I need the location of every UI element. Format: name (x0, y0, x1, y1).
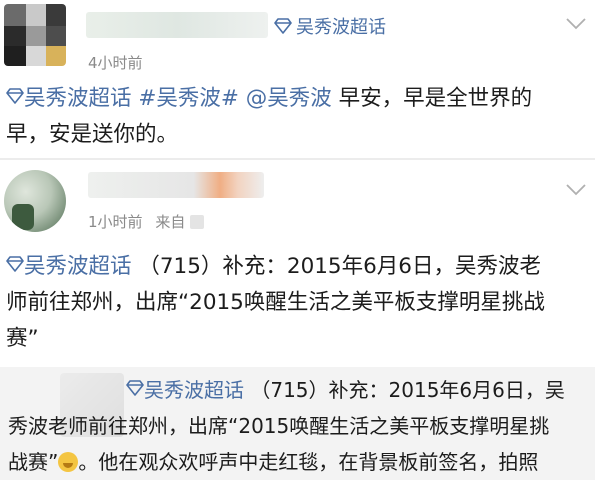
post-text-content: 早安，早是全世界的 (338, 86, 533, 111)
post-text-content: （715）补充：2015年6月6日，吴 (250, 378, 565, 402)
diamond-icon (6, 248, 24, 284)
post-source-prefix: 来自 (155, 213, 186, 231)
username-blurred[interactable] (88, 172, 264, 198)
post-text-line: 师前往郑州，出席“2015唤醒生活之美平板支撑明星挑战 (6, 290, 545, 315)
supertag-inline-link[interactable]: 吴秀波超话 (6, 86, 138, 111)
diamond-icon (6, 80, 24, 116)
post-text-line: 吴秀波超话 #吴秀波# @吴秀波 早安，早是全世界的 (6, 80, 532, 117)
username-blurred[interactable] (86, 12, 268, 38)
chevron-down-icon[interactable] (565, 16, 587, 35)
mention-link[interactable]: @吴秀波 (246, 86, 332, 111)
diamond-icon (126, 371, 144, 407)
quoted-post[interactable]: 吴秀波超话 （715）补充：2015年6月6日，吴 秀波老师前往郑州，出席“20… (0, 367, 595, 480)
post-text-line: 战赛” 。他在观众欢呼声中走红毯，在背景板前签名，拍照 (8, 444, 565, 480)
post-card-1: 吴秀波超话 4小时前 吴秀波超话 #吴秀波# @吴秀波 早安，早是全世界的 早，… (0, 0, 595, 158)
supertag-link[interactable]: 吴秀波超话 (274, 13, 386, 39)
hashtag-link[interactable]: #吴秀波# (138, 86, 239, 111)
post-card-2: 1小时前 来自 吴秀波超话 （715）补充：2015年6月6日，吴秀波老 师前往… (0, 160, 595, 365)
post-text-content: （715）补充：2015年6月6日，吴秀波老 (138, 254, 541, 279)
grinning-sweat-emoji (58, 452, 79, 472)
post-text-line: 赛” (6, 326, 39, 351)
post-source-blurred[interactable] (190, 215, 205, 229)
supertag-inline-label: 吴秀波超话 (144, 378, 244, 402)
post-text-content: 。他在观众欢呼声中走红毯，在背景板前签名，拍照 (78, 450, 539, 474)
post-text-line: 秀波老师前往郑州，出席“2015唤醒生活之美平板支撑明星挑 (8, 414, 550, 438)
supertag-inline-link[interactable]: 吴秀波超话 (126, 378, 250, 402)
post-text-line: 吴秀波超话 （715）补充：2015年6月6日，吴 (8, 371, 565, 408)
post-meta: 1小时前 来自 (88, 211, 205, 232)
post-text-line: 早，安是送你的。 (6, 122, 179, 147)
supertag-label: 吴秀波超话 (296, 17, 386, 38)
diamond-icon (274, 18, 292, 34)
post-text-content: 战赛” (8, 450, 59, 474)
post-time: 4小时前 (88, 54, 143, 72)
post-text: 吴秀波超话 #吴秀波# @吴秀波 早安，早是全世界的 早，安是送你的。 (6, 80, 532, 153)
supertag-inline-label: 吴秀波超话 (24, 86, 132, 111)
supertag-inline-link[interactable]: 吴秀波超话 (6, 254, 138, 279)
post-text-line: 吴秀波超话 （715）补充：2015年6月6日，吴秀波老 (6, 248, 545, 285)
avatar[interactable] (4, 4, 66, 66)
supertag-inline-label: 吴秀波超话 (24, 254, 132, 279)
post-text: 吴秀波超话 （715）补充：2015年6月6日，吴秀波老 师前往郑州，出席“20… (6, 248, 545, 357)
avatar[interactable] (4, 170, 66, 232)
quoted-post-text: 吴秀波超话 （715）补充：2015年6月6日，吴 秀波老师前往郑州，出席“20… (8, 371, 565, 480)
post-time: 1小时前 (88, 213, 143, 231)
chevron-down-icon[interactable] (565, 182, 587, 201)
